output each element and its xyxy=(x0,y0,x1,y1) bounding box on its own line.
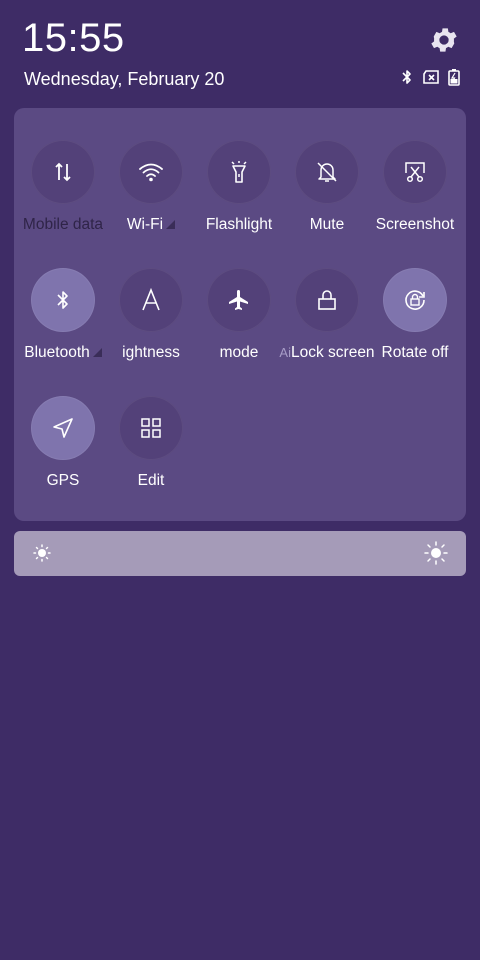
wifi-icon[interactable] xyxy=(119,140,183,204)
signal-triangle-icon xyxy=(166,220,176,229)
tile-gps[interactable]: GPS xyxy=(19,396,107,506)
bluetooth-icon xyxy=(402,70,411,84)
tile-mute[interactable]: Mute xyxy=(283,140,371,250)
auto-brightness-icon[interactable] xyxy=(119,268,183,332)
status-icons xyxy=(400,68,460,86)
tile-label: Rotate off xyxy=(381,344,449,361)
tile-wifi[interactable]: Wi-Fi xyxy=(107,140,195,250)
tile-auto-brightness[interactable]: ightness xyxy=(107,268,195,378)
flashlight-icon[interactable] xyxy=(207,140,271,204)
battery-charging-icon xyxy=(448,69,460,86)
tile-label: Edit xyxy=(137,472,165,489)
tile-airplane-mode[interactable]: mode xyxy=(195,268,283,378)
gear-icon[interactable] xyxy=(428,24,460,56)
screenshot-icon[interactable] xyxy=(383,140,447,204)
sun-high-icon xyxy=(424,541,448,565)
rotate-lock-icon[interactable] xyxy=(383,268,447,332)
airplane-icon[interactable] xyxy=(207,268,271,332)
bluetooth-icon[interactable] xyxy=(31,268,95,332)
quick-settings-panel: Mobile data Wi-Fi Flashlight Mute Screen… xyxy=(14,108,466,521)
mobile-data-icon[interactable] xyxy=(31,140,95,204)
grid-edit-icon[interactable] xyxy=(119,396,183,460)
location-arrow-icon[interactable] xyxy=(31,396,95,460)
tile-bluetooth[interactable]: Bluetooth xyxy=(19,268,107,378)
tile-mobile-data[interactable]: Mobile data xyxy=(19,140,107,250)
tile-flashlight[interactable]: Flashlight xyxy=(195,140,283,250)
tile-lock-screen[interactable]: AiLock screen xyxy=(279,268,375,378)
no-sim-icon xyxy=(423,70,439,84)
tile-screenshot[interactable]: Screenshot xyxy=(371,140,459,250)
lock-icon[interactable] xyxy=(295,268,359,332)
tile-rotate[interactable]: Rotate off xyxy=(371,268,459,378)
clock-time: 15:55 xyxy=(22,16,125,60)
tile-edit[interactable]: Edit xyxy=(107,396,195,506)
tile-label: Screenshot xyxy=(375,216,455,233)
mute-bell-icon[interactable] xyxy=(295,140,359,204)
date-text: Wednesday, February 20 xyxy=(24,69,225,89)
brightness-slider[interactable] xyxy=(14,531,466,576)
sun-low-icon xyxy=(33,544,51,562)
